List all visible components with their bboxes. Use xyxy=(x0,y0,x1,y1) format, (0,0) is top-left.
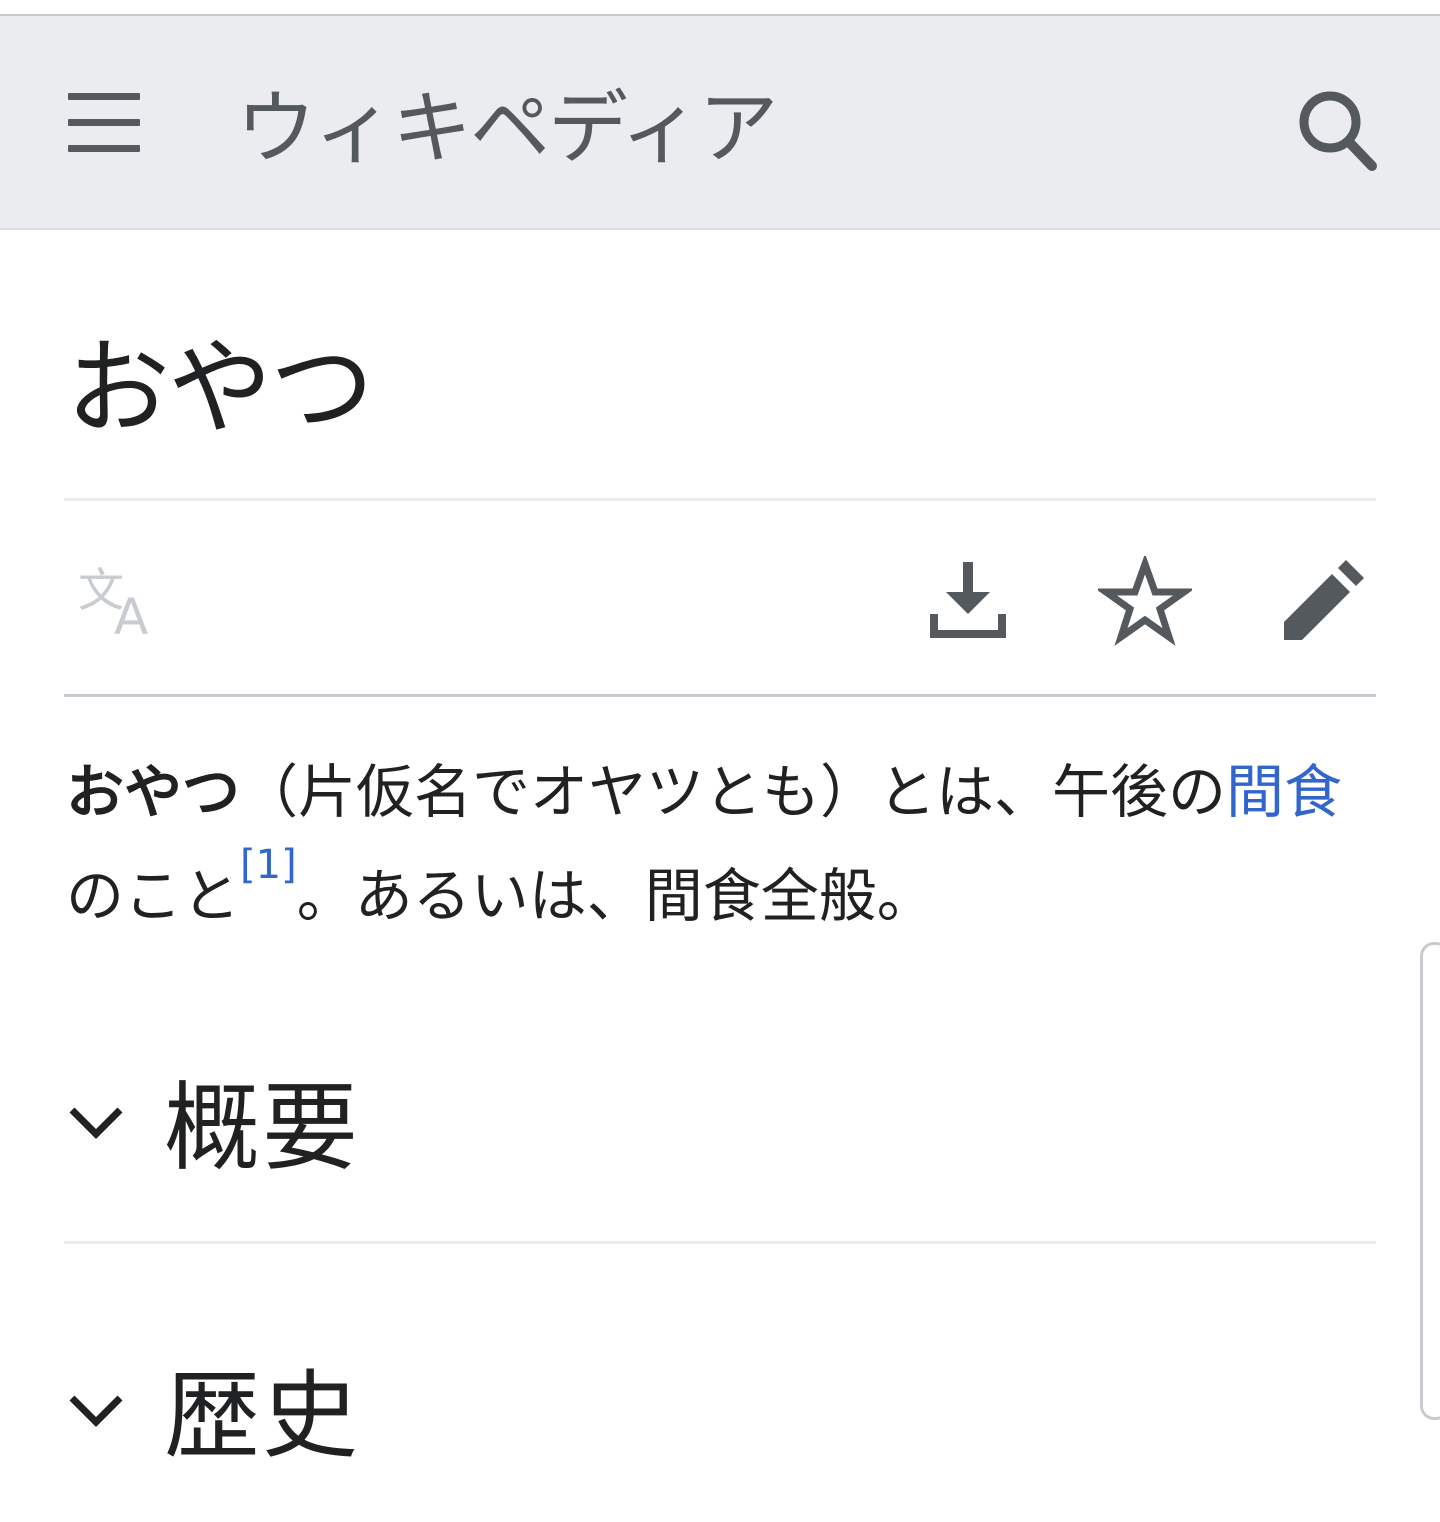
language-icon: 文 A xyxy=(78,563,148,646)
status-strip xyxy=(0,0,1440,16)
reference-link[interactable]: [1] xyxy=(240,842,297,888)
download-icon xyxy=(930,562,1006,638)
download-button[interactable] xyxy=(920,556,1016,646)
chevron-down-icon xyxy=(69,1107,123,1139)
section-title: 概要 xyxy=(164,1072,360,1184)
link-kanshoku[interactable]: 間食 xyxy=(1226,758,1342,826)
section-title: 歴史 xyxy=(164,1360,360,1472)
menu-button[interactable] xyxy=(52,76,156,170)
wikipedia-wordmark[interactable]: ウィキペディア xyxy=(236,84,778,174)
scrollbar-handle[interactable] xyxy=(1420,942,1440,1420)
lead-text-1: （片仮名でオヤツとも）とは、午後の xyxy=(240,758,1227,826)
language-button[interactable]: 文 A xyxy=(74,560,166,646)
chevron-down-icon xyxy=(69,1395,123,1427)
lead-text-2: のこと xyxy=(66,862,241,930)
edit-button[interactable] xyxy=(1274,556,1368,646)
pencil-icon xyxy=(1284,560,1364,640)
lead-text-3: 。あるいは、間食全般。 xyxy=(296,862,935,930)
title-divider xyxy=(64,498,1376,501)
star-icon xyxy=(1095,553,1195,646)
toolbar-divider xyxy=(64,694,1376,697)
search-button[interactable] xyxy=(1288,82,1388,182)
bold-term: おやつ xyxy=(66,758,241,826)
svg-text:A: A xyxy=(114,588,148,640)
lead-paragraph: おやつ（片仮名でオヤツとも）とは、午後の間食のこと[1]。あるいは、間食全般。 xyxy=(66,740,1366,948)
section-header-overview[interactable]: 概要 xyxy=(56,1068,1376,1188)
section-header-history[interactable]: 歴史 xyxy=(56,1356,1376,1476)
page-title: おやつ xyxy=(66,327,374,449)
hamburger-menu-icon xyxy=(68,93,140,100)
search-icon xyxy=(1299,91,1377,171)
watch-button[interactable] xyxy=(1095,553,1195,646)
app-header: ウィキペディア xyxy=(0,16,1440,230)
section-divider xyxy=(64,1241,1376,1244)
